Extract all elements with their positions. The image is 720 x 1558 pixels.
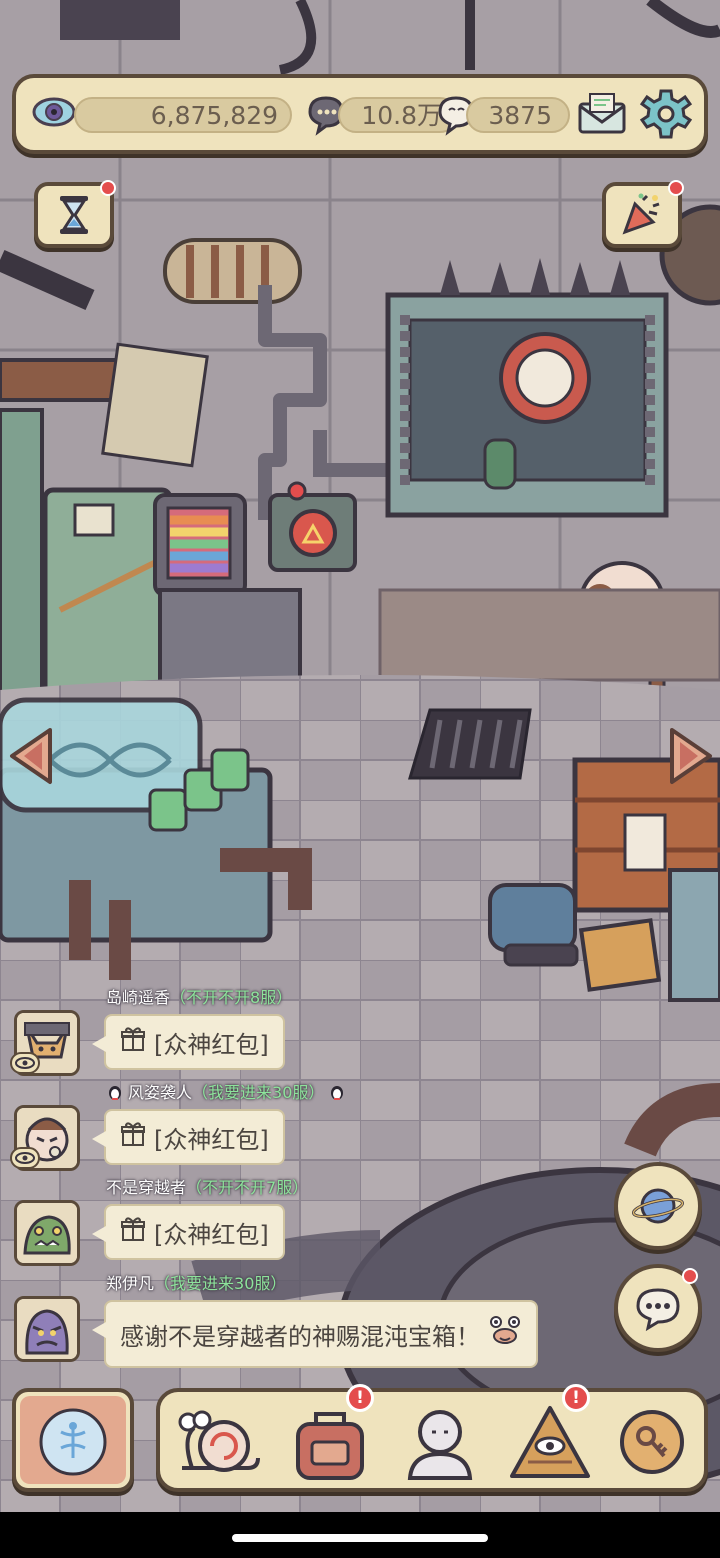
- planet-icon: [632, 1188, 684, 1224]
- gear-icon[interactable]: [639, 88, 693, 140]
- notification-dot: [100, 180, 116, 196]
- party-popper-icon: [622, 193, 660, 235]
- chat-text: 感谢不是穿越者的神赐混沌宝箱！: [120, 1322, 480, 1351]
- alert-badge: !: [562, 1384, 590, 1412]
- chat-message[interactable]: 岛崎遥香（不开不开8服） [众神红包]: [10, 986, 570, 1082]
- hourglass-icon: [60, 196, 88, 234]
- crab-emoji-icon: [488, 1314, 522, 1354]
- resource-bar: 6,875,829 10.8万 3875: [12, 74, 708, 154]
- gift-icon: [120, 1121, 146, 1153]
- alert-badge: !: [346, 1384, 374, 1412]
- sender-name: 岛崎遥香: [106, 988, 171, 1007]
- sender-name: 风姿袭人: [128, 1083, 193, 1102]
- home-indicator[interactable]: [232, 1534, 488, 1542]
- chat-sender: 郑伊凡（我要进来30服）: [106, 1272, 286, 1296]
- nav-statue-button[interactable]: [392, 1398, 488, 1486]
- eye-icon: [10, 1147, 40, 1169]
- sender-server: （我要进来30服）: [192, 1083, 325, 1102]
- sender-server: （我要进来30服）: [154, 1274, 287, 1293]
- chat-bubble[interactable]: [众神红包]: [92, 1014, 285, 1070]
- chat-message[interactable]: 郑伊凡（我要进来30服） 感谢不是穿越者的神赐混沌宝箱！: [10, 1272, 570, 1368]
- hourglass-button[interactable]: [34, 180, 116, 248]
- statue-bust-icon: [407, 1410, 473, 1480]
- nav-backpack-button[interactable]: !: [282, 1384, 378, 1486]
- chat-message[interactable]: 风姿袭人（我要进来30服） [众神红包]: [10, 1081, 570, 1177]
- notification-dot: [682, 1268, 698, 1284]
- sender-name: 不是穿越者: [106, 1178, 187, 1197]
- planet-button[interactable]: [614, 1162, 702, 1250]
- sender-server: （不开不开8服）: [170, 988, 293, 1007]
- chat-icon: [636, 1288, 680, 1332]
- chat-text: [众神红包]: [154, 1220, 269, 1249]
- chat-sender: 不是穿越者（不开不开7服）: [106, 1176, 308, 1200]
- crystal-orb-icon: [20, 1396, 126, 1484]
- party-popper-button[interactable]: [602, 180, 684, 248]
- chat-text: [众神红包]: [154, 1125, 269, 1154]
- sender-server: （不开不开7服）: [186, 1178, 309, 1197]
- eye-icon: [32, 92, 76, 132]
- chat-sender: 岛崎遥香（不开不开8服）: [106, 986, 292, 1010]
- sender-name: 郑伊凡: [106, 1274, 155, 1293]
- gift-icon: [120, 1216, 146, 1248]
- pyramid-eye-icon: [510, 1406, 590, 1478]
- chat-bubble[interactable]: [众神红包]: [92, 1109, 285, 1165]
- key-coin-icon: [620, 1410, 684, 1474]
- bubble-value: 3875: [488, 101, 552, 130]
- mail-icon[interactable]: [576, 90, 628, 136]
- bottom-nav: ! !: [156, 1384, 708, 1492]
- chat-bubble[interactable]: [众神红包]: [92, 1204, 285, 1260]
- nav-snail-button[interactable]: [172, 1398, 268, 1486]
- gift-icon: [120, 1026, 146, 1058]
- chat-button[interactable]: [614, 1264, 702, 1352]
- eye-value: 6,875,829: [150, 101, 278, 130]
- chat-bubble[interactable]: 感谢不是穿越者的神赐混沌宝箱！: [92, 1300, 538, 1368]
- penguin-icon: [106, 1083, 124, 1101]
- chat-value: 10.8万: [361, 101, 442, 130]
- nav-main-button[interactable]: [12, 1388, 134, 1492]
- chat-text: [众神红包]: [154, 1030, 269, 1059]
- previous-room-arrow[interactable]: [6, 726, 54, 786]
- notification-dot: [668, 180, 684, 196]
- snail-icon: [178, 1410, 260, 1472]
- chat-sender: 风姿袭人（我要进来30服）: [106, 1081, 346, 1105]
- eye-icon: [10, 1052, 40, 1074]
- penguin-icon: [328, 1083, 346, 1101]
- chat-message[interactable]: 不是穿越者（不开不开7服） [众神红包]: [10, 1176, 570, 1272]
- nav-pyramid-button[interactable]: !: [502, 1384, 598, 1486]
- avatar[interactable]: [14, 1296, 80, 1362]
- next-room-arrow[interactable]: [668, 726, 716, 786]
- nav-key-coin-button[interactable]: [604, 1398, 700, 1486]
- avatar[interactable]: [14, 1200, 80, 1266]
